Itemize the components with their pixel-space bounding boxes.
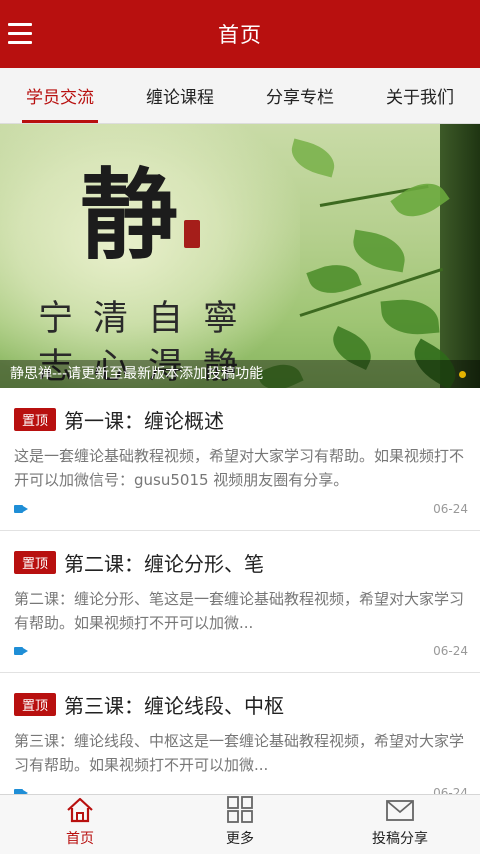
- pinned-badge: 置顶: [14, 550, 57, 574]
- tab-chan-courses[interactable]: 缠论课程: [120, 68, 240, 123]
- post-title: 第二课：缠论分形、笔: [64, 551, 265, 576]
- menu-icon[interactable]: [8, 17, 36, 49]
- video-icon: [14, 647, 28, 655]
- page-title: 首页: [218, 23, 262, 47]
- video-icon: [14, 505, 28, 513]
- post-title: 第一课：缠论概述: [64, 408, 225, 433]
- grid-icon: [227, 796, 253, 823]
- banner-carousel[interactable]: 静 宁清自寧 志心淂静 静思禅---请更新至最新版本添加投稿功能: [0, 124, 480, 388]
- tab-student-exchange[interactable]: 学员交流: [0, 68, 120, 123]
- nav-label: 首页: [66, 831, 94, 847]
- post-description: 第三课：缠论线段、中枢这是一套缠论基础教程视频，希望对大家学习有帮助。如果视频打…: [14, 732, 465, 774]
- nav-label: 投稿分享: [372, 831, 428, 847]
- bottom-navigation: 首页 更多 投稿分享: [0, 794, 480, 854]
- pinned-badge: 置顶: [14, 692, 57, 716]
- banner-caption: 静思禅---请更新至最新版本添加投稿功能: [0, 360, 480, 388]
- tab-share-column[interactable]: 分享专栏: [240, 68, 360, 123]
- tree-trunk-image: [440, 124, 480, 388]
- post-date: 06-24: [433, 786, 468, 794]
- post-list: 置顶 第一课：缠论概述 这是一套缠论基础教程视频，希望对大家学习有帮助。如果视频…: [0, 388, 480, 794]
- carousel-indicator: [459, 371, 466, 378]
- nav-submit-share[interactable]: 投稿分享: [320, 795, 480, 854]
- post-title: 第三课：缠论线段、中枢: [64, 693, 285, 718]
- category-tabs: 学员交流 缠论课程 分享专栏 关于我们: [0, 68, 480, 124]
- tab-about-us[interactable]: 关于我们: [360, 68, 480, 123]
- post-card[interactable]: 置顶 第一课：缠论概述 这是一套缠论基础教程视频，希望对大家学习有帮助。如果视频…: [0, 388, 480, 530]
- post-date: 06-24: [433, 502, 468, 516]
- calligraphy-character: 静: [80, 158, 179, 273]
- post-card[interactable]: 置顶 第三课：缠论线段、中枢 第三课：缠论线段、中枢这是一套缠论基础教程视频，希…: [0, 672, 480, 794]
- post-description: 这是一套缠论基础教程视频，希望对大家学习有帮助。如果视频打不开可以加微信号：gu…: [14, 447, 465, 489]
- post-description: 第二课：缠论分形、笔这是一套缠论基础教程视频，希望对大家学习有帮助。如果视频打不…: [14, 590, 465, 632]
- seal-stamp: [184, 220, 200, 248]
- nav-more[interactable]: 更多: [160, 795, 320, 854]
- mail-icon: [386, 800, 414, 821]
- post-date: 06-24: [433, 644, 468, 658]
- calligraphy-line-1: 宁清自寧: [38, 299, 259, 339]
- nav-label: 更多: [226, 831, 254, 847]
- nav-home[interactable]: 首页: [0, 795, 160, 854]
- post-card[interactable]: 置顶 第二课：缠论分形、笔 第二课：缠论分形、笔这是一套缠论基础教程视频，希望对…: [0, 530, 480, 672]
- pinned-badge: 置顶: [14, 407, 57, 431]
- app-root: 首页 学员交流 缠论课程 分享专栏 关于我们 静 宁清自寧 志心淂静 静思禅--…: [0, 0, 480, 854]
- top-bar: 首页: [0, 0, 480, 68]
- home-icon: [67, 797, 93, 823]
